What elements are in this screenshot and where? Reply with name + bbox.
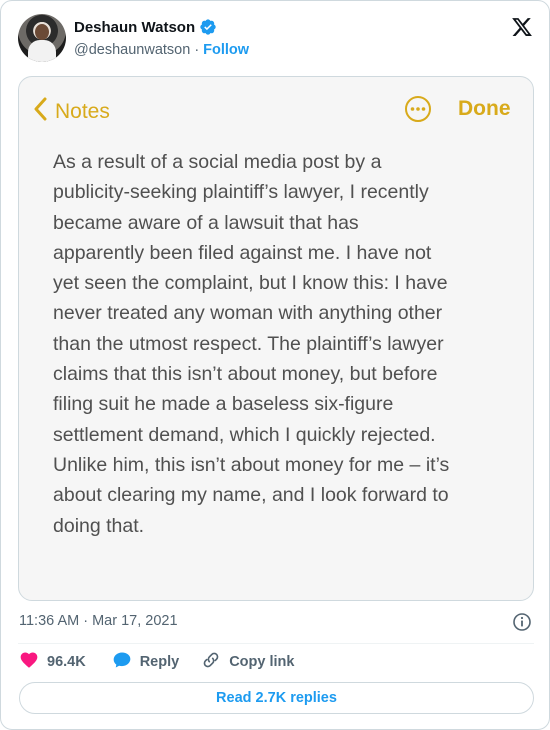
chevron-left-icon [33, 97, 47, 126]
notes-back-button: Notes [33, 97, 110, 126]
copy-link-button[interactable]: Copy link [201, 650, 294, 674]
author-handle-row: @deshaunwatson · Follow [74, 42, 249, 58]
author-handle[interactable]: @deshaunwatson [74, 42, 190, 58]
avatar[interactable] [18, 14, 66, 62]
avatar-head [35, 24, 49, 40]
reply-bubble-icon [112, 650, 132, 674]
read-replies-button[interactable]: Read 2.7K replies [19, 682, 534, 714]
more-options-icon [404, 95, 432, 123]
reply-label: Reply [139, 654, 180, 670]
heart-icon [19, 650, 39, 674]
handle-separator: · [194, 42, 200, 58]
tweet-timestamp[interactable]: 11:36 AM · Mar 17, 2021 [19, 613, 178, 629]
verified-badge-icon [199, 18, 217, 36]
embedded-tweet-card: Deshaun Watson @deshaunwatson · Follow N… [0, 0, 550, 730]
info-icon[interactable] [512, 612, 532, 632]
note-body-text: As a result of a social media post by a … [53, 151, 450, 537]
follow-link[interactable]: Follow [203, 42, 249, 58]
like-count: 96.4K [47, 654, 86, 670]
notes-done-label: Done [458, 97, 511, 120]
like-button[interactable]: 96.4K [19, 650, 86, 674]
notes-back-label: Notes [55, 99, 110, 123]
avatar-shirt [28, 40, 56, 62]
author-name-row: Deshaun Watson [74, 18, 217, 36]
author-display-name[interactable]: Deshaun Watson [74, 19, 195, 36]
link-icon [201, 650, 221, 674]
divider [18, 643, 534, 644]
copy-link-label: Copy link [229, 654, 295, 670]
notes-screenshot-image[interactable]: Notes Done As a result of a social media… [18, 76, 534, 601]
x-logo-icon[interactable] [511, 16, 533, 38]
reply-button[interactable]: Reply [112, 650, 180, 674]
action-bar: 96.4K Reply Copy link [19, 651, 294, 673]
